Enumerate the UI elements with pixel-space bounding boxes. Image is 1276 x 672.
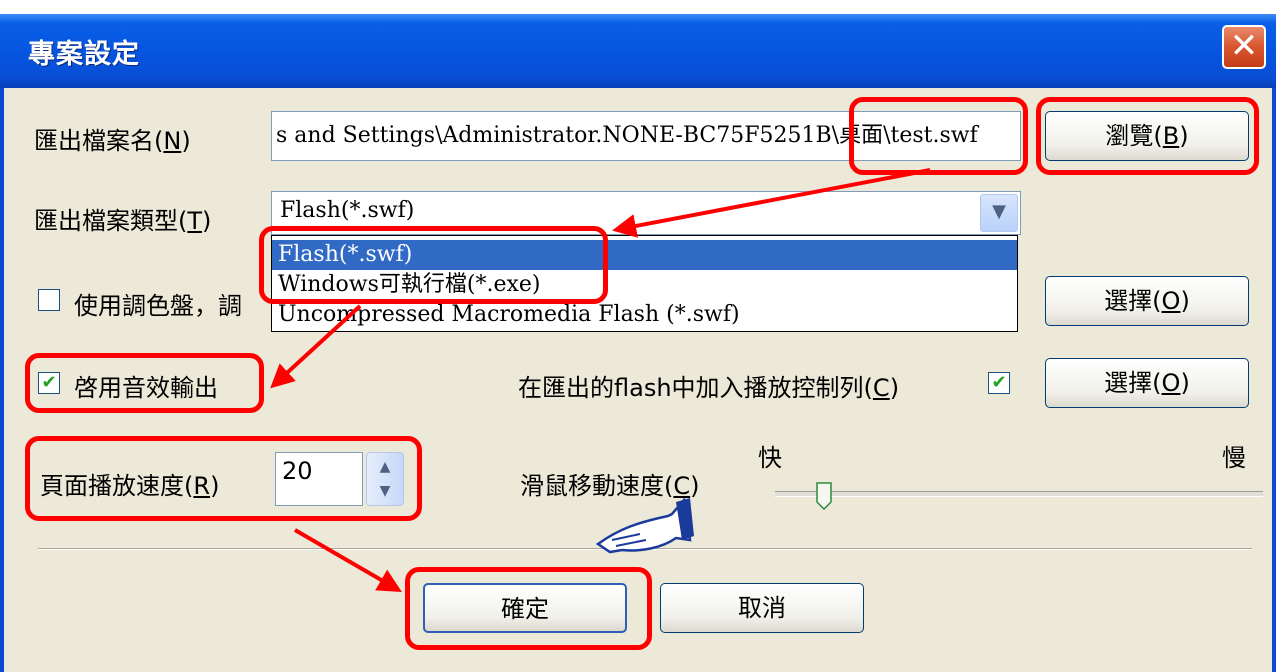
annotation-arrows: [270, 168, 931, 593]
pointing-hand-icon: [595, 497, 694, 554]
